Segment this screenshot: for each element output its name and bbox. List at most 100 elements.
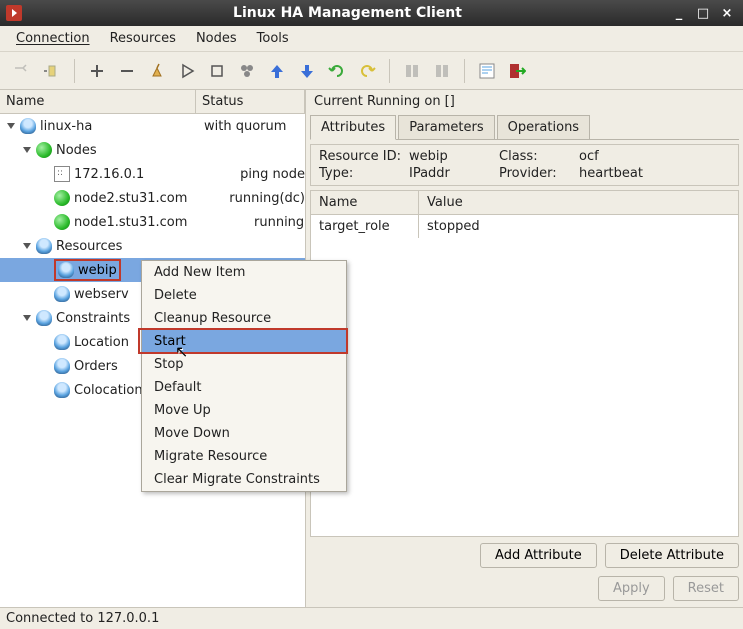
info-value: ocf xyxy=(579,149,730,164)
tree-label: node1.stu31.com xyxy=(74,215,187,230)
attr-header-name[interactable]: Name xyxy=(311,191,419,214)
ctx-add-new-item[interactable]: Add New Item xyxy=(142,261,346,284)
add-attribute-button[interactable]: Add Attribute xyxy=(480,543,597,568)
info-label: Provider: xyxy=(499,166,579,181)
tree-row-node[interactable]: 172.16.0.1 ping node xyxy=(0,162,305,186)
tree-label: webserv xyxy=(74,287,129,302)
ctx-migrate-resource[interactable]: Migrate Resource xyxy=(142,445,346,468)
tree-label: 172.16.0.1 xyxy=(74,167,144,182)
disconnect-icon[interactable] xyxy=(38,57,66,85)
ctx-stop[interactable]: Stop xyxy=(142,353,346,376)
window-title: Linux HA Management Client xyxy=(30,5,665,21)
tree-status: running xyxy=(250,215,305,230)
tab-attributes[interactable]: Attributes xyxy=(310,115,396,140)
tree-row-nodes[interactable]: Nodes xyxy=(0,138,305,162)
attribute-row[interactable]: target_role stopped xyxy=(311,215,738,238)
tree-header-name[interactable]: Name xyxy=(0,90,196,113)
tree-row-node[interactable]: node1.stu31.com running xyxy=(0,210,305,234)
info-label: Class: xyxy=(499,149,579,164)
clear-migrate-icon[interactable] xyxy=(353,57,381,85)
toolbar xyxy=(0,52,743,90)
bulb-icon xyxy=(54,334,70,350)
attr-value: stopped xyxy=(419,215,738,238)
active-icon xyxy=(428,57,456,85)
running-on-label: Current Running on [] xyxy=(310,92,739,111)
maximize-button[interactable]: □ xyxy=(693,5,713,21)
attribute-table: Name Value target_role stopped xyxy=(310,190,739,537)
tabs: Attributes Parameters Operations xyxy=(310,115,739,140)
tree-header: Name Status xyxy=(0,90,305,114)
start-icon[interactable] xyxy=(173,57,201,85)
apply-buttons: Apply Reset xyxy=(310,574,739,603)
menubar: Connection Resources Nodes Tools xyxy=(0,26,743,52)
disclose-icon[interactable] xyxy=(20,311,34,325)
tree-row-root[interactable]: linux-ha with quorum xyxy=(0,114,305,138)
ctx-move-down[interactable]: Move Down xyxy=(142,422,346,445)
tree-label: Orders xyxy=(74,359,118,374)
stop-icon[interactable] xyxy=(203,57,231,85)
disclose-icon[interactable] xyxy=(20,143,34,157)
ctx-clear-migrate[interactable]: Clear Migrate Constraints xyxy=(142,468,346,491)
bulb-icon xyxy=(20,118,36,134)
tree-label: Location xyxy=(74,335,129,350)
move-up-icon[interactable] xyxy=(263,57,291,85)
tree-header-status[interactable]: Status xyxy=(196,90,305,113)
exit-icon[interactable] xyxy=(503,57,531,85)
toolbar-separator xyxy=(464,59,465,83)
ctx-delete[interactable]: Delete xyxy=(142,284,346,307)
disclose-icon[interactable] xyxy=(4,119,18,133)
reset-button[interactable]: Reset xyxy=(673,576,739,601)
tree-label: linux-ha xyxy=(40,119,92,134)
attr-header-value[interactable]: Value xyxy=(419,191,738,214)
menu-resources[interactable]: Resources xyxy=(100,27,186,50)
menu-connection[interactable]: Connection xyxy=(6,27,100,50)
tree-row-resources[interactable]: Resources xyxy=(0,234,305,258)
delete-attribute-button[interactable]: Delete Attribute xyxy=(605,543,739,568)
resource-info: Resource ID: webip Class: ocf Type: IPad… xyxy=(310,144,739,186)
info-label: Type: xyxy=(319,166,409,181)
tree-label: webip xyxy=(78,263,117,278)
tree-label: Resources xyxy=(56,239,122,254)
bulb-icon xyxy=(58,262,74,278)
info-value: webip xyxy=(409,149,499,164)
host-icon xyxy=(54,166,70,182)
migrate-icon[interactable] xyxy=(323,57,351,85)
close-button[interactable]: × xyxy=(717,5,737,21)
tab-operations[interactable]: Operations xyxy=(497,115,590,139)
remove-icon[interactable] xyxy=(113,57,141,85)
info-label: Resource ID: xyxy=(319,149,409,164)
tree-label: node2.stu31.com xyxy=(74,191,187,206)
info-value: heartbeat xyxy=(579,166,730,181)
tab-parameters[interactable]: Parameters xyxy=(398,115,494,139)
bulb-icon xyxy=(54,286,70,302)
status-green-icon xyxy=(36,142,52,158)
view-icon[interactable] xyxy=(473,57,501,85)
disclose-icon[interactable] xyxy=(20,239,34,253)
bulb-icon xyxy=(54,382,70,398)
default-icon[interactable] xyxy=(233,57,261,85)
menu-nodes[interactable]: Nodes xyxy=(186,27,247,50)
tree-label: Constraints xyxy=(56,311,130,326)
bulb-icon xyxy=(54,358,70,374)
tree-row-node[interactable]: node2.stu31.com running(dc) xyxy=(0,186,305,210)
ctx-default[interactable]: Default xyxy=(142,376,346,399)
tree-label: Colocation xyxy=(74,383,143,398)
move-down-icon[interactable] xyxy=(293,57,321,85)
cleanup-icon[interactable] xyxy=(143,57,171,85)
ctx-start[interactable]: Start xyxy=(142,330,346,353)
app-icon xyxy=(6,5,22,21)
ctx-cleanup-resource[interactable]: Cleanup Resource xyxy=(142,307,346,330)
attribute-header: Name Value xyxy=(311,191,738,215)
tree-status: ping node xyxy=(236,167,305,182)
ctx-move-up[interactable]: Move Up xyxy=(142,399,346,422)
connect-icon xyxy=(8,57,36,85)
toolbar-separator xyxy=(389,59,390,83)
bulb-icon xyxy=(36,310,52,326)
context-menu: Add New Item Delete Cleanup Resource Sta… xyxy=(141,260,347,492)
menu-tools[interactable]: Tools xyxy=(247,27,299,50)
add-icon[interactable] xyxy=(83,57,111,85)
apply-button[interactable]: Apply xyxy=(598,576,665,601)
bulb-icon xyxy=(36,238,52,254)
status-green-icon xyxy=(54,214,70,230)
minimize-button[interactable]: _ xyxy=(669,5,689,21)
